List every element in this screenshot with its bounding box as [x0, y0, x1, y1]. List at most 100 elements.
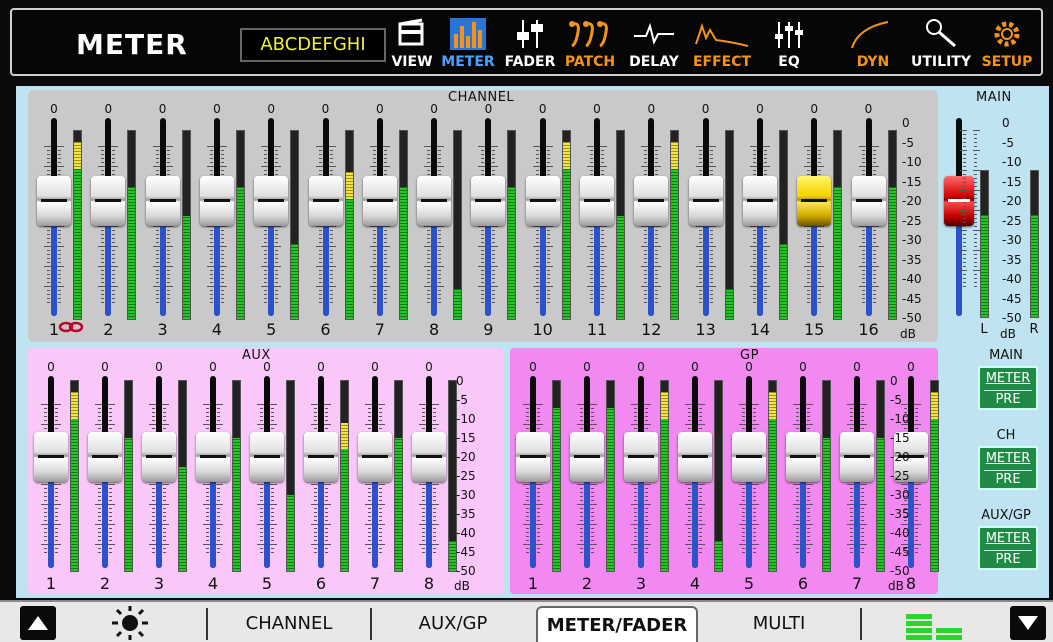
nav-delay-button[interactable]: DELAY — [624, 12, 684, 74]
fader-knob[interactable] — [570, 431, 604, 482]
meter-fill — [769, 392, 776, 571]
fader-knob[interactable] — [742, 176, 777, 227]
fader-knob[interactable] — [254, 176, 289, 227]
fader-knob[interactable] — [417, 176, 452, 227]
main-meter-pre-button[interactable]: METER PRE — [978, 366, 1038, 410]
fader-knob[interactable] — [580, 176, 614, 227]
scroll-down-button[interactable] — [1010, 606, 1046, 640]
level-meter — [344, 130, 354, 320]
scene-name-display[interactable]: ABCDEFGHI — [240, 28, 386, 62]
meter-fill — [725, 288, 733, 319]
fader-knob[interactable] — [196, 431, 230, 482]
nav-dyn-button[interactable]: DYN — [844, 12, 902, 74]
db-scale-label: -30 — [456, 488, 476, 502]
fader-knob[interactable] — [250, 431, 284, 482]
nav-eq-button[interactable]: EQ — [764, 12, 814, 74]
db-scale-label: -40 — [1002, 272, 1022, 286]
fader-scale-ticks — [960, 130, 980, 291]
db-unit-label: dB — [454, 579, 470, 593]
channel-strip: 02 — [91, 90, 148, 342]
gain-value: 0 — [321, 102, 330, 116]
nav-utility-button[interactable]: UTILITY — [902, 12, 980, 74]
channel-strip: 01 — [516, 348, 574, 594]
fader-knob[interactable] — [142, 431, 176, 482]
db-scale-label: 0 — [456, 374, 464, 388]
nav-fader-button[interactable]: FADER — [502, 12, 558, 74]
fader-knob[interactable] — [471, 176, 506, 227]
nav-effect-button[interactable]: EFFECT — [688, 12, 756, 74]
level-meter — [507, 130, 517, 320]
fader-knob[interactable] — [37, 176, 71, 227]
db-scale-label: -50 — [890, 564, 910, 578]
db-scale-label: -25 — [456, 469, 476, 483]
fader-knob[interactable] — [145, 176, 180, 227]
scroll-up-button[interactable] — [20, 606, 56, 640]
utility-icon — [926, 19, 956, 48]
gain-value: 0 — [593, 102, 601, 116]
meter-peak — [71, 392, 78, 419]
auxgp-meter-pre-button[interactable]: METER PRE — [978, 526, 1038, 570]
fader-knob[interactable] — [797, 176, 832, 227]
gain-value: 0 — [583, 360, 591, 374]
nav-meter-button[interactable]: METER — [440, 12, 496, 74]
db-scale-label: -5 — [1002, 135, 1014, 150]
level-meter — [660, 380, 669, 572]
meter-fill — [182, 215, 190, 319]
db-scale-label: -40 — [890, 526, 910, 540]
db-scale-label: -20 — [456, 450, 476, 464]
brightness-icon[interactable] — [108, 604, 152, 642]
tab-multi[interactable]: MULTI — [700, 606, 858, 642]
nav-setup-button[interactable]: SETUP — [976, 12, 1038, 74]
meter-pre-button-top: METER — [985, 371, 1031, 386]
level-meter — [235, 130, 245, 320]
fader-knob[interactable] — [34, 431, 68, 482]
fader-knob[interactable] — [358, 431, 392, 482]
channel-strip: 04 — [199, 90, 257, 342]
fader-knob[interactable] — [412, 431, 446, 482]
fader-knob[interactable] — [304, 431, 338, 482]
fader-knob[interactable] — [525, 176, 560, 227]
triangle-down-icon — [1018, 616, 1038, 630]
tab-meter-fader[interactable]: METER/FADER — [536, 606, 698, 642]
ch-meter-pre-button[interactable]: METER PRE — [978, 446, 1038, 490]
nav-label: SETUP — [981, 54, 1033, 70]
gain-value: 0 — [799, 360, 807, 374]
fader-knob[interactable] — [308, 176, 343, 227]
nav-view-button[interactable]: VIEW — [390, 12, 434, 74]
channel-strip: 02 — [88, 348, 146, 594]
fader-knob[interactable] — [786, 431, 820, 482]
fader-knob[interactable] — [91, 176, 126, 227]
fader-knob[interactable] — [624, 431, 658, 482]
tab-aux-gp[interactable]: AUX/GP — [374, 606, 532, 642]
fader-knob[interactable] — [840, 431, 874, 482]
strip-number: 6 — [315, 574, 327, 593]
gain-value: 0 — [375, 102, 384, 116]
gain-value: 0 — [263, 360, 271, 374]
level-meter — [127, 130, 137, 320]
strip-number: 5 — [743, 574, 755, 593]
level-meter — [398, 130, 408, 320]
db-unit-label: dB — [900, 327, 916, 341]
tab-channel[interactable]: CHANNEL — [210, 606, 368, 642]
gain-value: 0 — [810, 102, 818, 116]
meter-fill — [71, 392, 78, 571]
fader-knob[interactable] — [678, 431, 712, 482]
meter-fill — [508, 187, 516, 319]
nav-label: EFFECT — [692, 54, 752, 70]
fader-knob[interactable] — [732, 431, 766, 482]
meter-bridge-icon[interactable] — [904, 610, 964, 642]
nav-patch-button[interactable]: PATCH — [560, 12, 620, 74]
fader-knob[interactable] — [199, 176, 234, 227]
channel-strip: 06 — [308, 90, 366, 342]
db-scale-label: -35 — [1002, 252, 1022, 267]
fader-knob[interactable] — [88, 431, 122, 482]
fader-knob[interactable] — [362, 176, 397, 227]
gain-value: 0 — [425, 360, 433, 374]
fader-knob[interactable] — [516, 431, 550, 482]
strip-number: 3 — [635, 574, 647, 593]
fader-knob[interactable] — [851, 176, 886, 227]
strip-number: 10 — [532, 320, 553, 339]
fader-knob[interactable] — [688, 176, 723, 227]
strip-number: 5 — [261, 574, 273, 593]
fader-knob[interactable] — [634, 176, 669, 227]
